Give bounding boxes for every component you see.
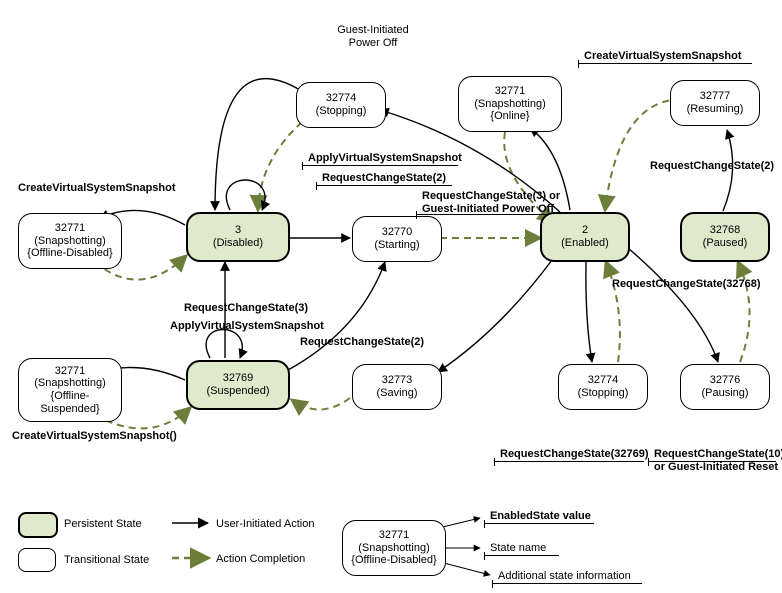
legend-state-name: State name: [490, 542, 546, 555]
label-apply-snapshot-top: ApplyVirtualSystemSnapshot: [308, 152, 462, 165]
legend-swatch-transitional: [18, 548, 56, 572]
state-code: 32770: [382, 226, 413, 239]
state-snapshotting-online: 32771 (Snapshotting) {Online}: [458, 76, 562, 132]
state-code: 32768: [710, 224, 741, 237]
state-code: 32771: [55, 365, 86, 378]
state-stopping-top: 32774 (Stopping): [296, 82, 386, 128]
label-create-snapshot-bottom-left: CreateVirtualSystemSnapshot(): [12, 430, 177, 443]
underline-legend-ev: [484, 523, 594, 524]
state-code: 32777: [700, 90, 731, 103]
underline-rcs10: [648, 461, 776, 462]
legend-additional: Additional state information: [498, 570, 631, 583]
state-enabled: 2 (Enabled): [540, 212, 630, 262]
state-code: 2: [582, 224, 588, 237]
state-code: 32769: [223, 372, 254, 385]
label-apply-snapshot-bottom: ApplyVirtualSystemSnapshot: [170, 320, 324, 333]
legend-ex-code: 32771: [379, 529, 410, 542]
underline-legend-sn: [484, 555, 559, 556]
state-name: (Snapshotting): [474, 98, 546, 111]
underline-cvs-online: [578, 63, 752, 64]
underline-avs-top: [302, 165, 458, 166]
state-extra: {Offline-Suspended}: [25, 390, 115, 415]
underline-legend-add: [492, 583, 642, 584]
state-suspended: 32769 (Suspended): [186, 360, 290, 410]
state-name: (Stopping): [316, 105, 367, 118]
label-req-change-3a: RequestChangeState(3): [184, 302, 308, 315]
label-req-change-2a: RequestChangeState(2): [322, 172, 446, 185]
underline-rcs3off: [416, 214, 546, 215]
state-saving: 32773 (Saving): [352, 364, 442, 410]
state-disabled: 3 (Disabled): [186, 212, 290, 262]
state-extra: {Online}: [490, 110, 529, 123]
legend-ex-name: (Snapshotting): [358, 542, 430, 555]
label-req-change-2c: RequestChangeState(2): [650, 160, 774, 173]
label-req-change-2b: RequestChangeState(2): [300, 336, 424, 349]
underline-rcs32769: [494, 461, 644, 462]
state-code: 32774: [588, 374, 619, 387]
legend-user-action: User-Initiated Action: [216, 518, 314, 531]
arrows-layer: [0, 0, 782, 593]
state-name: (Saving): [377, 387, 418, 400]
label-create-snapshot-online: CreateVirtualSystemSnapshot: [584, 50, 742, 63]
state-name: (Resuming): [687, 103, 744, 116]
state-code: 3: [235, 224, 241, 237]
state-diagram: { "states": { "stopping_top": { "code": …: [0, 0, 782, 593]
label-create-snapshot-left: CreateVirtualSystemSnapshot: [18, 182, 176, 195]
legend-enabled-value: EnabledState value: [490, 510, 591, 523]
legend-persistent: Persistent State: [64, 518, 142, 531]
state-name: (Paused): [703, 237, 748, 250]
state-paused: 32768 (Paused): [680, 212, 770, 262]
legend-example-node: 32771 (Snapshotting) {Offline-Disabled}: [342, 520, 446, 576]
state-name: (Enabled): [561, 237, 609, 250]
state-snapshotting-offline-suspended: 32771 (Snapshotting) {Offline-Suspended}: [18, 358, 122, 422]
state-code: 32773: [382, 374, 413, 387]
legend-transitional: Transitional State: [64, 554, 149, 567]
state-code: 32771: [495, 85, 526, 98]
state-stopping-bottom: 32774 (Stopping): [558, 364, 648, 410]
state-name: (Snapshotting): [34, 377, 106, 390]
label-req-change-32769: RequestChangeState(32769): [500, 448, 649, 461]
state-name: (Pausing): [701, 387, 748, 400]
state-name: (Stopping): [578, 387, 629, 400]
legend-completion: Action Completion: [216, 553, 305, 566]
legend-swatch-persistent: [18, 512, 58, 538]
state-pausing: 32776 (Pausing): [680, 364, 770, 410]
legend-ex-extra: {Offline-Disabled}: [351, 554, 436, 567]
state-name: (Snapshotting): [34, 235, 106, 248]
state-resuming: 32777 (Resuming): [670, 80, 760, 126]
state-name: (Starting): [374, 239, 419, 252]
label-guest-power-off: Guest-Initiated Power Off: [328, 24, 418, 49]
state-name: (Suspended): [207, 385, 270, 398]
state-code: 32771: [55, 222, 86, 235]
state-code: 32776: [710, 374, 741, 387]
state-code: 32774: [326, 92, 357, 105]
underline-rcs2a: [316, 185, 452, 186]
label-req-change-32768: RequestChangeState(32768): [612, 278, 761, 291]
state-starting: 32770 (Starting): [352, 216, 442, 262]
label-req-change-3-or-off: RequestChangeState(3) or Guest-Initiated…: [422, 190, 592, 215]
state-snapshotting-offline-disabled: 32771 (Snapshotting) {Offline-Disabled}: [18, 213, 122, 269]
state-extra: {Offline-Disabled}: [27, 247, 112, 260]
state-name: (Disabled): [213, 237, 263, 250]
